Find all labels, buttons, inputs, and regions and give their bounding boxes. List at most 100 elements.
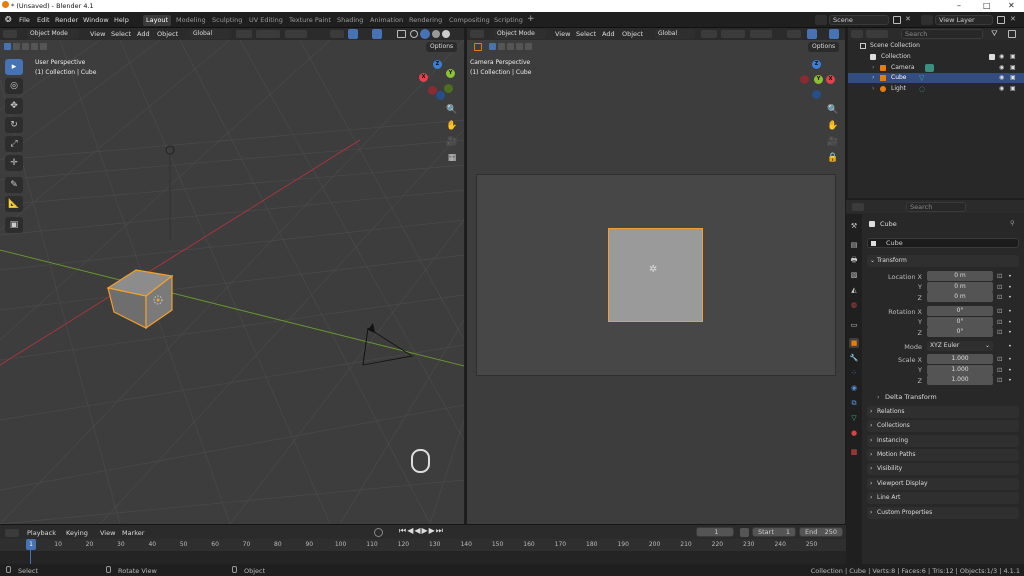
workspace-tab-shading[interactable]: Shading — [334, 15, 366, 26]
close-icon[interactable]: ✕ — [1008, 1, 1015, 10]
viewport-left[interactable]: Object Mode View Select Add Object Globa… — [0, 28, 464, 524]
outliner-row-light[interactable]: › Light ◌ ◉ ▣ — [848, 84, 1024, 94]
workspace-tab-compositing[interactable]: Compositing — [446, 15, 493, 26]
transform-orientation-dropdown[interactable]: Global — [190, 29, 230, 39]
location-y-field[interactable]: 0 m — [927, 282, 993, 292]
filter-icon[interactable]: ⛛ — [991, 29, 998, 39]
tab-tool-icon[interactable]: ⚒ — [849, 221, 859, 231]
outliner-search-input[interactable]: Search — [901, 29, 983, 39]
tool-add-cube[interactable]: ▣ — [5, 217, 23, 233]
panel-collections[interactable]: › Collections — [867, 420, 1019, 432]
keyframe-icon[interactable]: • — [1008, 293, 1012, 301]
select-mode-subtract-icon[interactable] — [22, 43, 29, 50]
menu-view[interactable]: View — [555, 30, 570, 38]
lock-icon[interactable]: ⊡ — [997, 272, 1002, 280]
menu-keying[interactable]: Keying — [66, 529, 88, 537]
tool-annotate[interactable]: ✎ — [5, 177, 23, 193]
viewport-right[interactable]: Object Mode View Select Add Object Globa… — [467, 28, 845, 524]
outliner-row-scene-collection[interactable]: Scene Collection — [848, 41, 1024, 51]
keyframe-icon[interactable]: • — [1008, 355, 1012, 363]
keyframe-icon[interactable]: • — [1008, 307, 1012, 315]
tab-texture-icon[interactable]: ▩ — [849, 447, 859, 457]
workspace-tab-scripting[interactable]: Scripting — [491, 15, 526, 26]
select-mode-extend-icon[interactable] — [498, 43, 505, 50]
tab-render-icon[interactable]: ▤ — [849, 240, 859, 250]
eye-icon[interactable]: ◉ — [999, 73, 1004, 83]
pivot-icon[interactable] — [701, 30, 717, 38]
camera-render-icon[interactable]: ▣ — [1010, 63, 1016, 73]
workspace-tab-sculpting[interactable]: Sculpting — [209, 15, 245, 26]
lock-icon[interactable]: ⊡ — [997, 318, 1002, 326]
tab-material-icon[interactable]: ● — [849, 428, 859, 438]
snap-icon[interactable] — [721, 30, 745, 38]
checkbox-icon[interactable] — [989, 54, 995, 60]
gizmo-toggle-icon[interactable] — [807, 29, 817, 39]
shading-solid-icon[interactable] — [420, 29, 430, 39]
current-frame-field[interactable]: 1 — [696, 527, 734, 537]
rotation-x-field[interactable]: 0° — [927, 306, 993, 316]
keyframe-icon[interactable]: • — [1008, 342, 1012, 350]
lock-camera-icon[interactable]: 🔒 — [826, 151, 840, 165]
tab-world-icon[interactable]: ◍ — [849, 300, 859, 310]
outliner-row-camera[interactable]: › Camera ◉ ▣ — [848, 63, 1024, 73]
navigation-gizmo[interactable]: Z Y X — [418, 60, 458, 100]
menu-select[interactable]: Select — [576, 30, 596, 38]
object-mode-dropdown[interactable]: Object Mode — [27, 29, 79, 39]
scale-x-field[interactable]: 1.000 — [927, 354, 993, 364]
options-dropdown[interactable]: Options — [808, 42, 840, 52]
location-z-field[interactable]: 0 m — [927, 292, 993, 302]
editor-type-3d-icon[interactable] — [3, 30, 17, 38]
workspace-tab-animation[interactable]: Animation — [367, 15, 406, 26]
pan-hand-icon[interactable]: ✋ — [445, 119, 459, 133]
lock-icon[interactable]: ⊡ — [997, 283, 1002, 291]
rotation-y-field[interactable]: 0° — [927, 317, 993, 327]
timeline-playhead[interactable]: 1 — [26, 539, 36, 550]
auto-keying-icon[interactable] — [374, 528, 383, 537]
select-mode-intersect-icon[interactable] — [40, 43, 47, 50]
outliner-row-cube[interactable]: › Cube ▽ ◉ ▣ — [848, 73, 1024, 83]
start-frame-field[interactable]: Start 1 — [752, 527, 796, 537]
gizmo-x-axis[interactable]: X — [419, 73, 428, 82]
new-scene-icon[interactable] — [893, 16, 901, 24]
menu-add[interactable]: Add — [137, 30, 150, 38]
proportional-edit-icon[interactable] — [750, 30, 772, 38]
panel-line-art[interactable]: › Line Art — [867, 492, 1019, 504]
menu-window[interactable]: Window — [83, 16, 109, 24]
scale-z-field[interactable]: 1.000 — [927, 375, 993, 385]
panel-motion-paths[interactable]: › Motion Paths — [867, 449, 1019, 461]
tool-transform[interactable]: ✛ — [5, 155, 23, 171]
panel-custom-properties[interactable]: › Custom Properties — [867, 507, 1019, 519]
camera-render-icon[interactable]: ▣ — [1010, 52, 1016, 62]
gizmo-y-axis[interactable]: Y — [446, 69, 455, 78]
gizmo-z-axis[interactable]: Z — [433, 60, 442, 69]
new-collection-icon[interactable] — [1008, 30, 1016, 38]
panel-transform[interactable]: ⌄ Transform — [867, 255, 1019, 267]
end-frame-field[interactable]: End 250 — [799, 527, 843, 537]
pin-icon[interactable]: ⚲ — [1010, 219, 1015, 227]
tab-particles-icon[interactable]: ⁘ — [849, 368, 859, 378]
overlay-toggle-icon[interactable] — [372, 29, 382, 39]
select-mode-extend-icon[interactable] — [13, 43, 20, 50]
scene-selector[interactable]: Scene — [829, 15, 889, 25]
rotation-mode-dropdown[interactable]: XYZ Euler ⌄ — [927, 341, 993, 351]
menu-playback[interactable]: Playback — [27, 529, 56, 537]
tool-scale[interactable]: ⤢ — [5, 136, 23, 152]
expand-icon[interactable]: › — [872, 63, 874, 73]
gizmo-neg-z[interactable] — [812, 90, 821, 99]
camera-render-icon[interactable]: ▣ — [1010, 84, 1016, 94]
select-mode-set-icon[interactable] — [4, 43, 11, 50]
camera-cube[interactable] — [608, 228, 703, 322]
menu-object[interactable]: Object — [157, 30, 178, 38]
tool-select-box[interactable]: ▸ — [5, 59, 23, 75]
menu-object[interactable]: Object — [622, 30, 643, 38]
lock-icon[interactable]: ⊡ — [997, 376, 1002, 384]
eye-icon[interactable]: ◉ — [999, 52, 1004, 62]
keyframe-icon[interactable]: • — [1008, 272, 1012, 280]
tab-modifier-icon[interactable]: 🔧 — [849, 353, 859, 363]
tool-move[interactable]: ✥ — [5, 98, 23, 114]
expand-icon[interactable]: › — [872, 73, 874, 83]
properties-search-input[interactable]: Search — [906, 202, 966, 212]
delete-view-layer-icon[interactable]: ✕ — [1010, 15, 1016, 23]
keyframe-icon[interactable]: • — [1008, 283, 1012, 291]
menu-marker[interactable]: Marker — [122, 529, 144, 537]
